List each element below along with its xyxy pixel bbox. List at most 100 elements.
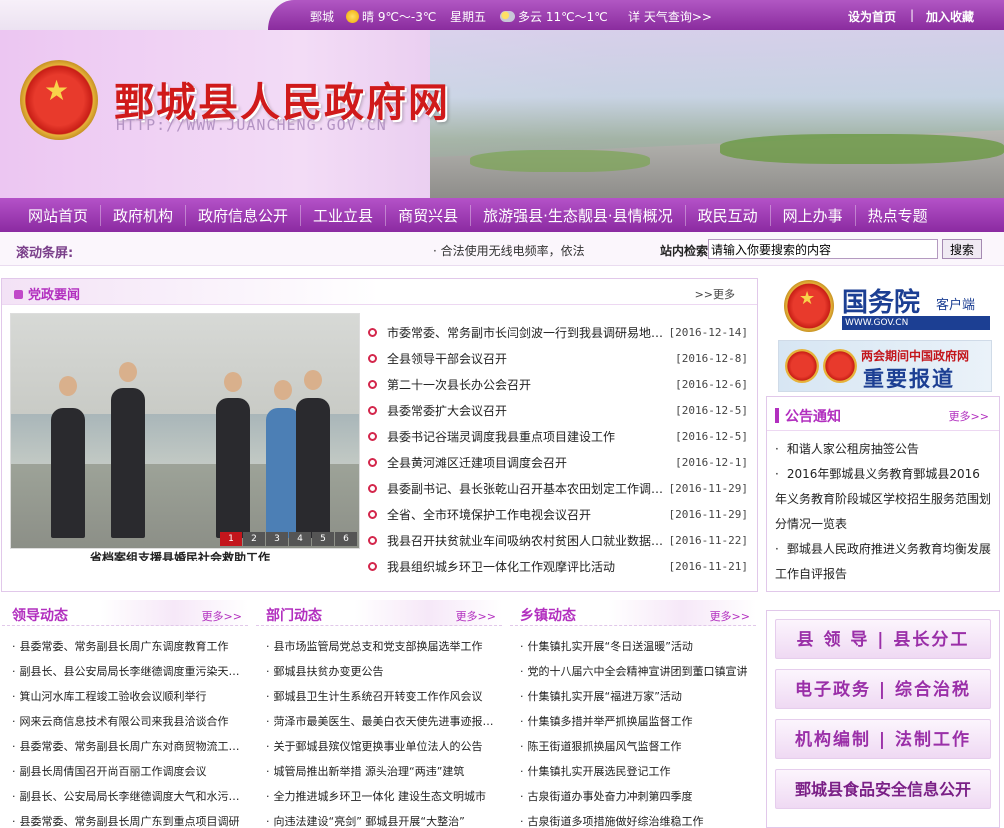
food-safety-link[interactable]: 鄄城县食品安全信息公开 [775,769,991,809]
pager-2[interactable]: 2 [243,532,265,546]
list-item[interactable]: 什集镇扎实开展“冬日送温暖”活动 [520,634,756,659]
news-item-title[interactable]: 县委书记谷瑞灵调度我县重点项目建设工作 [387,428,664,445]
notice-item[interactable]: 2016年鄄城县义务教育鄄城县2016年义务教育阶段城区学校招生服务范围划分情况… [775,462,991,537]
list-item[interactable]: 副县长周倩国召开尚百丽工作调度会议 [12,759,248,784]
notice-item[interactable]: 鄄城县人民政府推进义务教育均衡发展工作自评报告 [775,537,991,587]
column-more-link[interactable]: 更多>> [456,608,496,624]
county-leaders-link[interactable]: 县 领 导 | 县长分工 [775,619,991,659]
list-item[interactable]: 副县长、县公安局局长李继德调度重污染天气应对工作 [12,659,249,684]
state-council-app-banner[interactable]: 国务院 客户端 WWW.GOV.CN [778,278,992,336]
news-item[interactable]: 第二十一次县长办公会召开 [2016-12-6] [368,371,748,397]
list-item[interactable]: 陈王街道狠抓换届风气监督工作 [520,734,756,759]
list-item[interactable]: 什集镇多措并举严抓换届监督工作 [520,709,756,734]
two-sessions-banner[interactable]: 两会期间中国政府网 重要报道 [778,340,992,392]
news-item[interactable]: 我县组织城乡环卫一体化工作观摩评比活动 [2016-11-21] [368,553,748,579]
column-more-link[interactable]: 更多>> [710,608,750,624]
ticker-text[interactable]: · 合法使用无线电频率，依法 [433,242,585,259]
news-item[interactable]: 全县黄河滩区迁建项目调度会召开 [2016-12-1] [368,449,748,475]
organization-link[interactable]: 机构编制 | 法制工作 [775,719,991,759]
list-item[interactable]: 副县长、公安局局长李继德调度大气和水污染防治工作 [12,784,249,809]
news-item[interactable]: 全省、全市环境保护工作电视会议召开 [2016-11-29] [368,501,748,527]
weather-city: 鄄城 [310,10,335,24]
search-button[interactable]: 搜索 [942,239,982,259]
pager-6[interactable]: 6 [335,532,357,546]
bullet-icon [368,431,377,441]
column-more-link[interactable]: 更多>> [202,608,242,624]
list-item[interactable]: 全力推进城乡环卫一体化 建设生态文明城市 [266,784,502,809]
list-item[interactable]: 网来云商信息技术有限公司来我县洽谈合作 [12,709,248,734]
news-item-title[interactable]: 县委常委扩大会议召开 [387,402,664,419]
list-item[interactable]: 什集镇扎实开展“福进万家”活动 [520,684,756,709]
column-title: 部门动态 [266,608,322,624]
list-item[interactable]: 县市场监管局党总支和党支部换届选举工作 [266,634,502,659]
state-council-name: 国务院 [842,288,921,318]
news-item-title[interactable]: 全省、全市环境保护工作电视会议召开 [387,506,664,523]
photo-caption[interactable]: 省档案组支援县婚民社会救助工作 [90,549,270,561]
nav-industry[interactable]: 工业立县 [301,204,387,226]
photo-person-head [304,370,322,390]
news-header: 党政要闻 >>更多 [2,279,757,305]
set-home-link[interactable]: 设为首页 [848,8,896,25]
news-photo[interactable]: 1 2 3 4 5 6 [10,313,360,549]
list-item[interactable]: 古泉街道多项措施做好综治维稳工作 [520,809,756,828]
list-item[interactable]: 向违法建设“亮剑” 鄄城县开展“大整治” [266,809,502,828]
news-item-date: [2016-11-29] [668,481,748,495]
add-favorite-link[interactable]: 加入收藏 [926,8,974,25]
news-item-title[interactable]: 全县领导干部会议召开 [387,350,664,367]
news-item-title[interactable]: 全县黄河滩区迁建项目调度会召开 [387,454,664,471]
photo-person [111,388,145,538]
list-item[interactable]: 关于鄄城县殡仪馆更换事业单位法人的公告 [266,734,502,759]
list-item[interactable]: 县委常委、常务副县长周广东到重点项目调研 [12,809,248,828]
pager-3[interactable]: 3 [266,532,288,546]
news-item[interactable]: 我县召开扶贫就业车间吸纳农村贫困人口就业数据统计会 [2016-11-22] [368,527,748,553]
news-item-title[interactable]: 第二十一次县长办公会召开 [387,376,664,393]
nav-home[interactable]: 网站首页 [16,204,102,226]
pager-1[interactable]: 1 [220,532,242,546]
notice-item[interactable]: 和谐人家公租房抽签公告 [775,437,991,462]
e-government-link[interactable]: 电子政务 | 综合治税 [775,669,991,709]
nav-online-service[interactable]: 网上办事 [771,204,856,226]
weather-detail-link[interactable]: 详 天气查询>> [628,8,712,25]
main-nav: 网站首页 政府机构 政府信息公开 工业立县 商贸兴县 旅游强县·生态靓县·县情概… [0,198,1004,232]
two-sessions-line1: 两会期间中国政府网 [861,349,970,363]
nav-gov-organs[interactable]: 政府机构 [101,204,187,226]
news-item[interactable]: 市委常委、常务副市长闫剑波一行到我县调研易地扶贫搬迁工作 [2016-12-14] [368,319,748,345]
pager-4[interactable]: 4 [289,532,311,546]
news-item[interactable]: 全县领导干部会议召开 [2016-12-8] [368,345,748,371]
nav-interaction[interactable]: 政民互动 [686,204,771,226]
news-item-date: [2016-12-8] [675,351,748,365]
list-item[interactable]: 城管局推出新举措 源头治理“两违”建筑 [266,759,502,784]
list-item[interactable]: 古泉街道办事处奋力冲刺第四季度 [520,784,756,809]
bullet-icon [368,353,377,363]
photo-person-head [224,372,242,392]
nav-hot-topics[interactable]: 热点专题 [856,205,940,226]
news-item-title[interactable]: 我县召开扶贫就业车间吸纳农村贫困人口就业数据统计会 [387,532,664,549]
list-item[interactable]: 县委常委、常务副县长周广东调度教育工作 [12,634,248,659]
nav-tourism[interactable]: 旅游强县·生态靓县·县情概况 [471,204,686,226]
news-item-title[interactable]: 县委副书记、县长张乾山召开基本农田划定工作调度会 [387,480,664,497]
news-more-link[interactable]: >>更多 [695,286,735,302]
notice-more-link[interactable]: 更多>> [949,408,989,424]
list-item[interactable]: 党的十八届六中全会精神宣讲团到董口镇宣讲 [520,659,756,684]
list-item[interactable]: 菏泽市最美医生、最美白衣天使先进事迹报告会 [266,709,503,734]
list-item[interactable]: 什集镇扎实开展选民登记工作 [520,759,756,784]
pager-5[interactable]: 5 [312,532,334,546]
news-item-date: [2016-11-29] [668,507,748,521]
search-input[interactable] [708,239,938,259]
news-item[interactable]: 县委书记谷瑞灵调度我县重点项目建设工作 [2016-12-5] [368,423,748,449]
nav-gov-info[interactable]: 政府信息公开 [186,204,302,226]
news-item-title[interactable]: 我县组织城乡环卫一体化工作观摩评比活动 [387,558,664,575]
news-item[interactable]: 县委常委扩大会议召开 [2016-12-5] [368,397,748,423]
photo-person [266,408,300,538]
photo-person-head [119,362,137,382]
column-title: 领导动态 [12,608,68,624]
top-bar: 鄄城 晴 9℃～-3℃ 星期五 多云 11℃～1℃ 详 天气查询>> 设为首页 … [0,0,1004,30]
list-item[interactable]: 鄄城县扶贫办变更公告 [266,659,502,684]
nav-commerce[interactable]: 商贸兴县 [386,204,472,226]
news-item-title[interactable]: 市委常委、常务副市长闫剑波一行到我县调研易地扶贫搬迁工作 [387,324,664,341]
news-item[interactable]: 县委副书记、县长张乾山召开基本农田划定工作调度会 [2016-11-29] [368,475,748,501]
list-item[interactable]: 箕山河水库工程竣工验收会议顺利举行 [12,684,248,709]
list-item[interactable]: 鄄城县卫生计生系统召开转变工作作风会议 [266,684,502,709]
bullet-icon [368,561,377,571]
list-item[interactable]: 县委常委、常务副县长周广东对商贸物流工作进行调度 [12,734,249,759]
